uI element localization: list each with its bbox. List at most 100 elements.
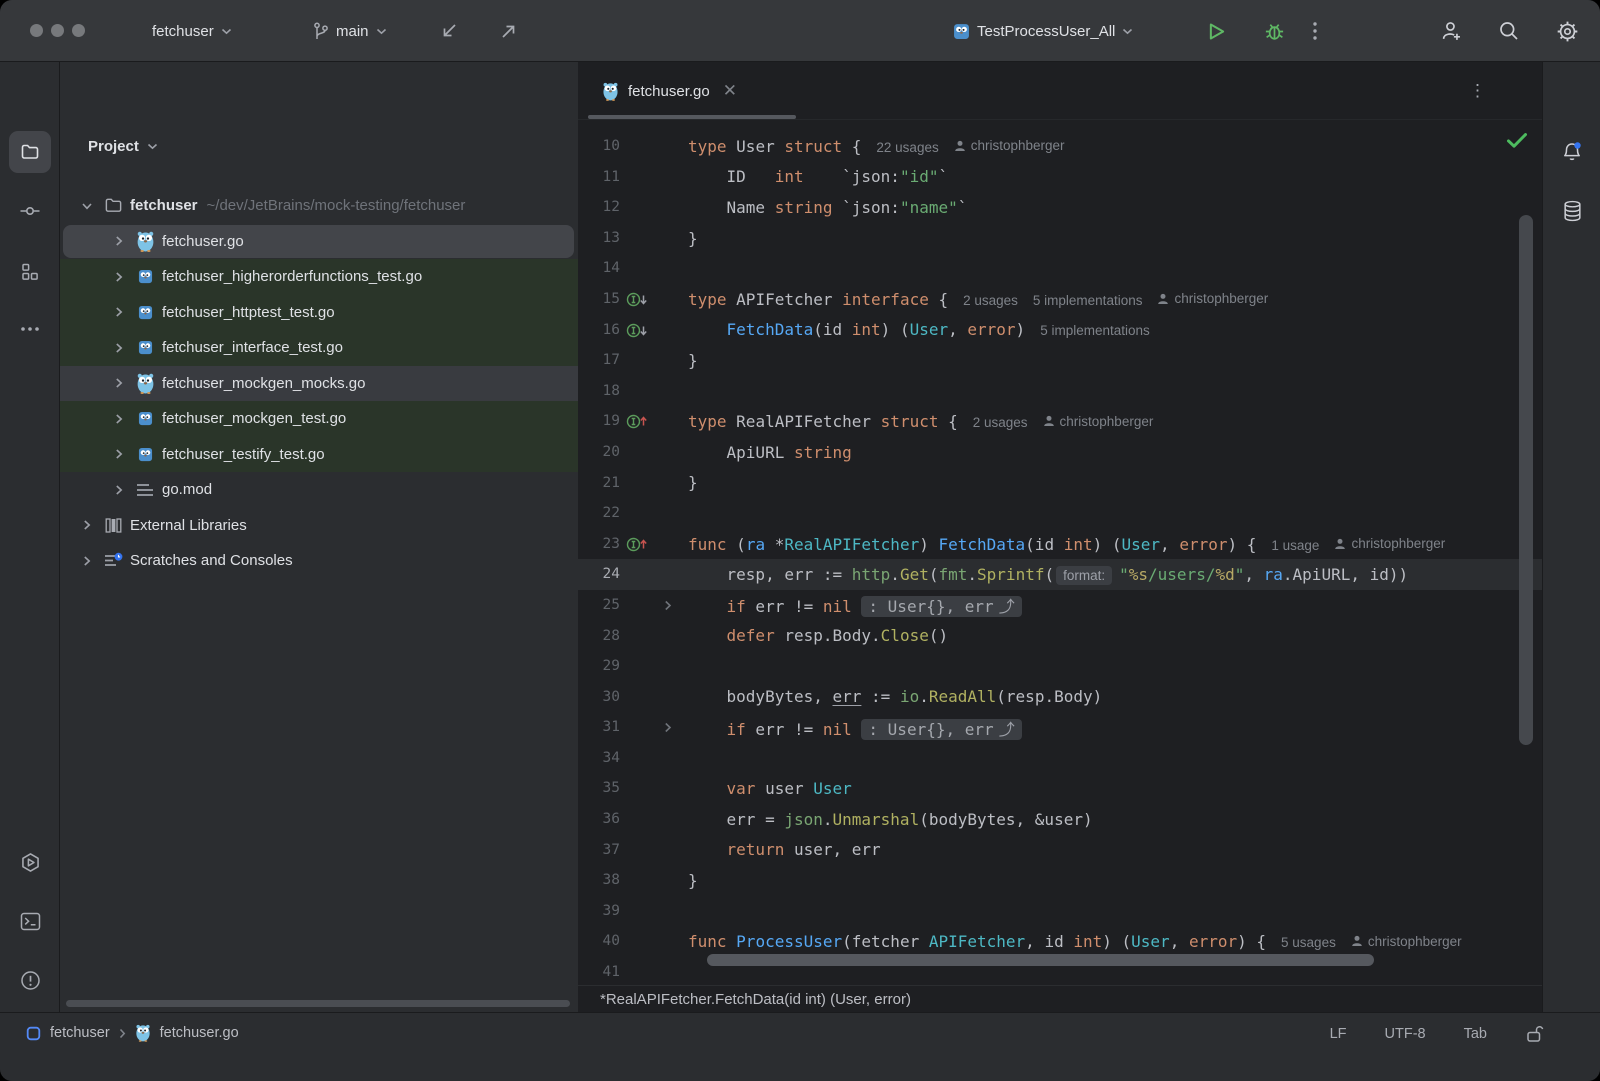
tree-item-fetchuser-httptest-test-go[interactable]: fetchuser_httptest_test.go [60, 295, 578, 331]
line-number[interactable]: 39 [603, 896, 620, 927]
code-line-29[interactable]: 29 [578, 651, 1542, 682]
code-line-35[interactable]: 35 var user User [578, 773, 1542, 804]
window-controls[interactable] [30, 24, 85, 37]
line-number[interactable]: 36 [603, 804, 620, 835]
code-author-hint[interactable]: christophberger [1043, 414, 1154, 429]
tree-item-external-libraries[interactable]: External Libraries [60, 508, 578, 544]
project-panel-header[interactable]: Project [88, 138, 158, 155]
code-line-30[interactable]: 30 bodyBytes, err := io.ReadAll(resp.Bod… [578, 682, 1542, 713]
usages-hint[interactable]: 2 usages [973, 415, 1028, 430]
code-author-hint[interactable]: christophberger [1334, 536, 1445, 551]
project-tool-window-button[interactable] [9, 131, 51, 173]
code-line-28[interactable]: 28 defer resp.Body.Close() [578, 621, 1542, 652]
tree-item-fetchuser[interactable]: fetchuser~/dev/JetBrains/mock-testing/fe… [60, 188, 578, 224]
notifications-button[interactable] [1551, 131, 1593, 173]
commit-tool-window-button[interactable] [9, 190, 51, 232]
code-line-13[interactable]: 13} [578, 223, 1542, 254]
debug-button[interactable] [1264, 0, 1285, 62]
code-line-38[interactable]: 38} [578, 865, 1542, 896]
line-number[interactable]: 28 [603, 621, 620, 652]
chevron-right-icon[interactable] [112, 342, 126, 354]
line-number[interactable]: 17 [603, 345, 620, 376]
chevron-right-icon[interactable] [112, 413, 126, 425]
breadcrumb-project[interactable]: fetchuser [50, 1025, 110, 1041]
folded-code-chip[interactable]: : User{}, err ⤴ [861, 596, 1021, 617]
editor-tab-fetchuser-go[interactable]: fetchuser.go ✕ [588, 62, 751, 120]
tree-item-scratches-and-consoles[interactable]: Scratches and Consoles [60, 543, 578, 579]
code-line-36[interactable]: 36 err = json.Unmarshal(bodyBytes, &user… [578, 804, 1542, 835]
line-number[interactable]: 20 [603, 437, 620, 468]
chevron-right-icon[interactable] [112, 484, 126, 496]
chevron-right-icon[interactable] [112, 306, 126, 318]
chevron-down-icon[interactable] [80, 201, 94, 211]
implements-gutter-icon[interactable] [626, 536, 648, 553]
line-number[interactable]: 22 [603, 498, 620, 529]
chevron-right-icon[interactable] [112, 448, 126, 460]
run-button[interactable] [1208, 0, 1226, 62]
code-line-21[interactable]: 21} [578, 468, 1542, 499]
folded-code-chip[interactable]: : User{}, err ⤴ [861, 719, 1021, 740]
breadcrumb-file[interactable]: fetchuser.go [160, 1025, 239, 1041]
editor-hscrollbar[interactable] [707, 954, 1374, 966]
encoding-widget[interactable]: UTF-8 [1385, 1026, 1426, 1042]
line-number[interactable]: 14 [603, 253, 620, 284]
code-line-10[interactable]: 10type User struct {22 usageschristophbe… [578, 131, 1542, 162]
code-viewport[interactable]: 10type User struct {22 usageschristophbe… [578, 120, 1542, 985]
line-separator-widget[interactable]: LF [1330, 1026, 1347, 1042]
code-line-39[interactable]: 39 [578, 896, 1542, 927]
line-number[interactable]: 25 [603, 590, 620, 621]
unlocked-icon[interactable] [1525, 1024, 1544, 1044]
line-number[interactable]: 41 [603, 957, 620, 985]
services-tool-window-button[interactable] [9, 841, 51, 883]
tree-item-fetchuser-interface-test-go[interactable]: fetchuser_interface_test.go [60, 330, 578, 366]
usages-hint[interactable]: 1 usage [1271, 538, 1319, 553]
tab-strip-scrollbar[interactable] [588, 115, 796, 119]
chevron-right-icon[interactable] [112, 377, 126, 389]
line-number[interactable]: 12 [603, 192, 620, 223]
line-number[interactable]: 40 [603, 926, 620, 957]
line-number[interactable]: 34 [603, 743, 620, 774]
code-line-25[interactable]: 25 if err != nil : User{}, err ⤴ [578, 590, 1542, 621]
code-line-12[interactable]: 12 Name string `json:"name"` [578, 192, 1542, 223]
tree-item-go-mod[interactable]: go.mod [60, 472, 578, 508]
implemented-by-gutter-icon[interactable] [626, 322, 648, 339]
line-number[interactable]: 38 [603, 865, 620, 896]
fold-chevron-icon[interactable] [664, 722, 672, 733]
line-number[interactable]: 21 [603, 468, 620, 499]
vcs-branch-widget[interactable]: main [312, 0, 387, 62]
code-line-24[interactable]: 24 resp, err := http.Get(fmt.Sprintf(for… [578, 559, 1542, 590]
tree-item-fetchuser-testify-test-go[interactable]: fetchuser_testify_test.go [60, 437, 578, 473]
implements-gutter-icon[interactable] [626, 413, 648, 430]
code-line-34[interactable]: 34 [578, 743, 1542, 774]
problems-tool-window-button[interactable] [9, 959, 51, 1001]
usages-hint[interactable]: 22 usages [876, 140, 938, 155]
run-configuration-selector[interactable]: TestProcessUser_All [953, 0, 1133, 62]
chevron-right-icon[interactable] [80, 555, 94, 567]
line-number[interactable]: 24 [603, 559, 620, 590]
line-number[interactable]: 35 [603, 773, 620, 804]
line-number[interactable]: 11 [603, 162, 620, 193]
indent-widget[interactable]: Tab [1464, 1026, 1487, 1042]
code-line-31[interactable]: 31 if err != nil : User{}, err ⤴ [578, 712, 1542, 743]
code-line-18[interactable]: 18 [578, 376, 1542, 407]
code-line-16[interactable]: 16 FetchData(id int) (User, error)5 impl… [578, 315, 1542, 346]
database-button[interactable] [1551, 190, 1593, 232]
code-line-14[interactable]: 14 [578, 253, 1542, 284]
inspections-ok-icon[interactable] [1506, 132, 1528, 149]
code-line-20[interactable]: 20 ApiURL string [578, 437, 1542, 468]
line-number[interactable]: 30 [603, 682, 620, 713]
code-author-hint[interactable]: christophberger [1351, 934, 1462, 949]
structure-tool-window-button[interactable] [9, 251, 51, 293]
chevron-right-icon[interactable] [112, 235, 126, 247]
line-number[interactable]: 16 [603, 315, 620, 346]
editor-vscrollbar[interactable] [1519, 215, 1533, 745]
code-line-19[interactable]: 19type RealAPIFetcher struct {2 usagesch… [578, 406, 1542, 437]
chevron-right-icon[interactable] [80, 519, 94, 531]
code-line-15[interactable]: 15type APIFetcher interface {2 usages5 i… [578, 284, 1542, 315]
implemented-by-gutter-icon[interactable] [626, 291, 648, 308]
line-number[interactable]: 23 [603, 529, 620, 560]
tree-item-fetchuser-mockgen-test-go[interactable]: fetchuser_mockgen_test.go [60, 401, 578, 437]
editor-options-icon[interactable]: ⋮ [1469, 62, 1486, 120]
line-number[interactable]: 37 [603, 835, 620, 866]
line-number[interactable]: 15 [603, 284, 620, 315]
